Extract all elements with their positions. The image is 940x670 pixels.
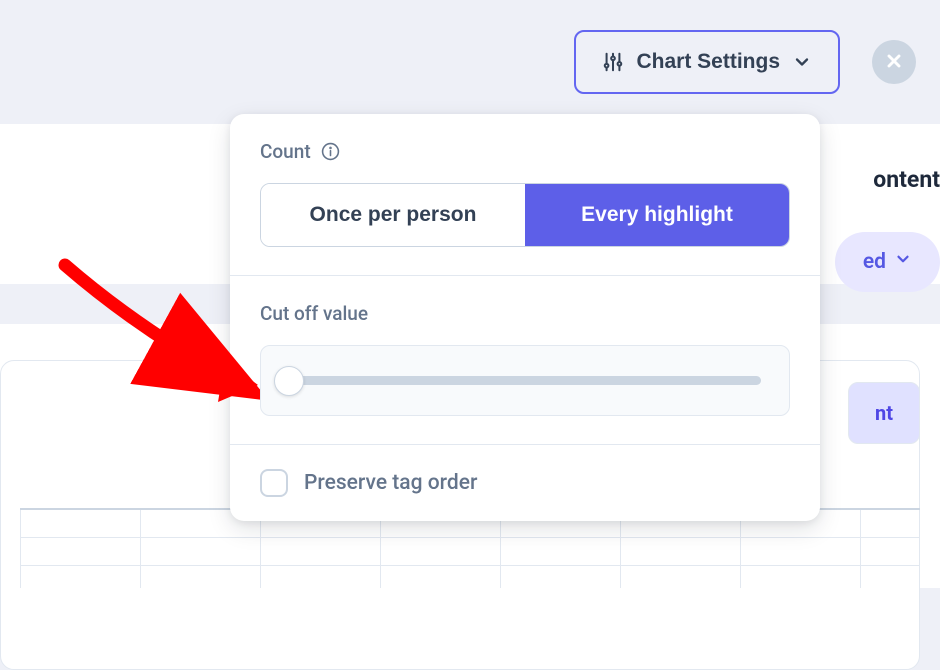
chart-settings-label: Chart Settings (636, 50, 780, 74)
count-option-every[interactable]: Every highlight (525, 184, 789, 246)
chevron-down-icon (894, 250, 912, 274)
count-option-once[interactable]: Once per person (261, 184, 525, 246)
partial-tab-text: ontent (873, 166, 940, 193)
cutoff-label: Cut off value (260, 302, 368, 325)
cutoff-slider-thumb[interactable] (274, 366, 304, 396)
partial-badge[interactable]: nt (848, 382, 920, 444)
count-label-row: Count (260, 140, 790, 163)
sliders-icon (602, 51, 624, 73)
cutoff-slider-track[interactable] (289, 376, 761, 385)
partial-pill[interactable]: ed (835, 232, 940, 292)
chart-settings-popover: Count Once per person Every highlight Cu… (230, 114, 820, 521)
partial-pill-text: ed (863, 250, 886, 274)
preserve-section: Preserve tag order (230, 445, 820, 521)
chart-settings-button[interactable]: Chart Settings (574, 30, 840, 94)
cutoff-label-row: Cut off value (260, 302, 790, 325)
count-section: Count Once per person Every highlight (230, 114, 820, 276)
info-icon[interactable] (321, 142, 340, 161)
count-toggle-group: Once per person Every highlight (260, 183, 790, 247)
close-button[interactable] (872, 40, 916, 84)
count-label: Count (260, 140, 311, 163)
close-icon (884, 51, 904, 74)
top-bar: Chart Settings (0, 0, 940, 124)
chevron-down-icon (792, 52, 812, 72)
cutoff-slider-container (260, 345, 790, 416)
cutoff-section: Cut off value (230, 276, 820, 445)
preserve-checkbox[interactable] (260, 469, 288, 497)
preserve-label[interactable]: Preserve tag order (304, 471, 477, 495)
